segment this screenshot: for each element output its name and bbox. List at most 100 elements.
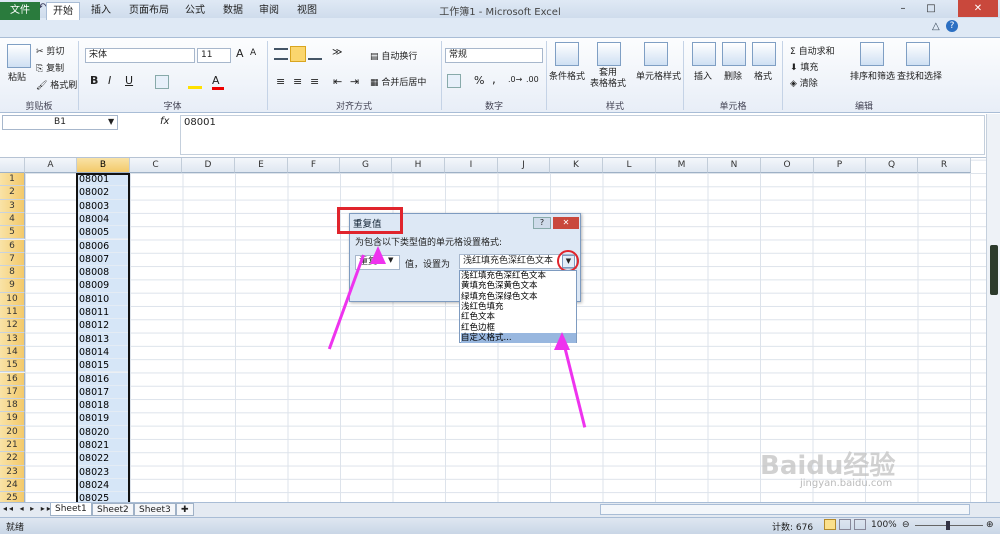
row-header-6[interactable]: 6 [0,239,25,253]
column-header-h[interactable]: H [392,158,445,173]
horizontal-scrollbar[interactable] [600,504,970,515]
row-header-3[interactable]: 3 [0,199,25,213]
sheet-tab-2[interactable]: Sheet2 [92,503,134,516]
column-header-o[interactable]: O [761,158,814,173]
comma-button[interactable]: , [492,72,496,86]
column-header-j[interactable]: J [498,158,550,173]
insert-cells-button[interactable]: 插入 [694,69,712,82]
row-header-19[interactable]: 19 [0,412,25,426]
dialog-help-button[interactable]: ? [533,217,551,229]
format-option[interactable]: 红色文本 [461,312,576,322]
ribbon-minimize-icon[interactable]: △ [932,21,940,32]
middle-align-icon[interactable] [290,46,306,62]
row-header-16[interactable]: 16 [0,372,25,386]
font-name-combo[interactable]: 宋体 [85,48,195,63]
column-header-r[interactable]: R [918,158,971,173]
font-color-icon[interactable]: A [212,74,224,90]
top-align-icon[interactable] [274,48,288,60]
tab-home[interactable]: 开始 [46,2,80,20]
sheet-tab-3[interactable]: Sheet3 [134,503,176,516]
conditional-format-icon[interactable] [555,42,579,66]
maximize-button[interactable]: □ [918,0,944,17]
name-box[interactable]: B1 [2,115,118,130]
format-table-button[interactable]: 套用 表格格式 [590,68,626,90]
fill-button[interactable]: ⬇ 填充 [790,60,818,73]
row-header-24[interactable]: 24 [0,478,25,493]
align-left-icon[interactable]: ≡ [276,75,285,88]
align-center-icon[interactable]: ≡ [293,75,302,88]
row-header-4[interactable]: 4 [0,212,25,227]
format-option[interactable]: 浅红色填充 [461,302,576,312]
page-layout-view-icon[interactable] [839,519,851,530]
orientation-icon[interactable]: ≫ [332,47,342,58]
dialog-close-button[interactable]: ✕ [553,217,579,229]
increase-decimal-icon[interactable]: .0→ [508,75,522,84]
tab-file[interactable]: 文件 [0,2,40,20]
column-header-f[interactable]: F [288,158,340,173]
cell-styles-button[interactable]: 单元格样式 [636,69,681,82]
row-header-21[interactable]: 21 [0,439,25,453]
paste-icon[interactable] [7,44,31,68]
new-sheet-icon[interactable]: ✚ [176,503,194,516]
scroll-thumb[interactable] [990,245,998,295]
row-header-12[interactable]: 12 [0,319,25,333]
column-header-c[interactable]: C [130,158,182,173]
merge-center-button[interactable]: ▦ 合并后居中 [370,75,426,88]
help-icon[interactable]: ? [946,20,958,32]
row-header-9[interactable]: 9 [0,279,25,293]
row-header-11[interactable]: 11 [0,306,25,320]
tab-insert[interactable]: 插入 [84,2,118,20]
close-button[interactable]: ✕ [958,0,998,17]
sheet-nav-icon[interactable]: ◂◂ ◂ ▸ ▸▸ [3,504,53,513]
format-painter-button[interactable]: 🖌 格式刷 [36,78,77,91]
row-header-15[interactable]: 15 [0,359,25,373]
outdent-icon[interactable]: ⇥ [350,75,359,88]
column-header-q[interactable]: Q [866,158,918,173]
row-header-8[interactable]: 8 [0,266,25,280]
page-break-view-icon[interactable] [854,519,866,530]
row-header-22[interactable]: 22 [0,452,25,466]
column-header-b[interactable]: B [77,158,130,173]
tab-review[interactable]: 审阅 [252,2,286,20]
align-right-icon[interactable]: ≡ [310,75,319,88]
row-header-5[interactable]: 5 [0,226,25,240]
column-header-m[interactable]: M [656,158,708,173]
shrink-font-button[interactable]: A [250,48,256,58]
number-format-combo[interactable]: 常规 [445,48,543,63]
zoom-slider-thumb[interactable] [946,521,950,530]
format-option[interactable]: 红色边框 [461,323,576,333]
format-table-icon[interactable] [597,42,621,66]
currency-icon[interactable] [447,74,461,88]
delete-cells-button[interactable]: 删除 [724,69,742,82]
normal-view-icon[interactable] [824,519,836,530]
delete-cells-icon[interactable] [722,42,746,66]
format-option[interactable]: 黄填充色深黄色文本 [461,281,576,291]
zoom-in-icon[interactable]: ⊕ [986,520,994,530]
paste-button[interactable]: 粘贴 [8,70,26,83]
row-header-18[interactable]: 18 [0,399,25,413]
underline-button[interactable]: U [125,74,133,87]
sheet-tab-1[interactable]: Sheet1 [50,503,92,516]
vertical-scrollbar[interactable] [986,114,1000,502]
fx-icon[interactable]: fx [160,116,169,127]
format-cells-button[interactable]: 格式 [754,69,772,82]
row-header-17[interactable]: 17 [0,385,25,400]
insert-cells-icon[interactable] [692,42,716,66]
autosum-button[interactable]: Σ 自动求和 [790,44,835,57]
bold-button[interactable]: B [90,74,98,87]
row-header-7[interactable]: 7 [0,252,25,267]
column-header-a[interactable]: A [25,158,77,173]
cut-button[interactable]: ✂ 剪切 [36,44,64,57]
find-select-button[interactable]: 查找和选择 [897,69,942,82]
find-select-icon[interactable] [906,42,930,66]
column-header-p[interactable]: P [814,158,866,173]
indent-icon[interactable]: ⇤ [333,75,342,88]
column-header-l[interactable]: L [603,158,656,173]
column-header-i[interactable]: I [445,158,498,173]
italic-button[interactable]: I [108,74,111,87]
column-header-g[interactable]: G [340,158,392,173]
cell-styles-icon[interactable] [644,42,668,66]
select-all-corner[interactable] [0,158,25,173]
font-size-combo[interactable]: 11 [197,48,231,63]
type-dropdown-icon[interactable]: ▼ [388,256,393,264]
